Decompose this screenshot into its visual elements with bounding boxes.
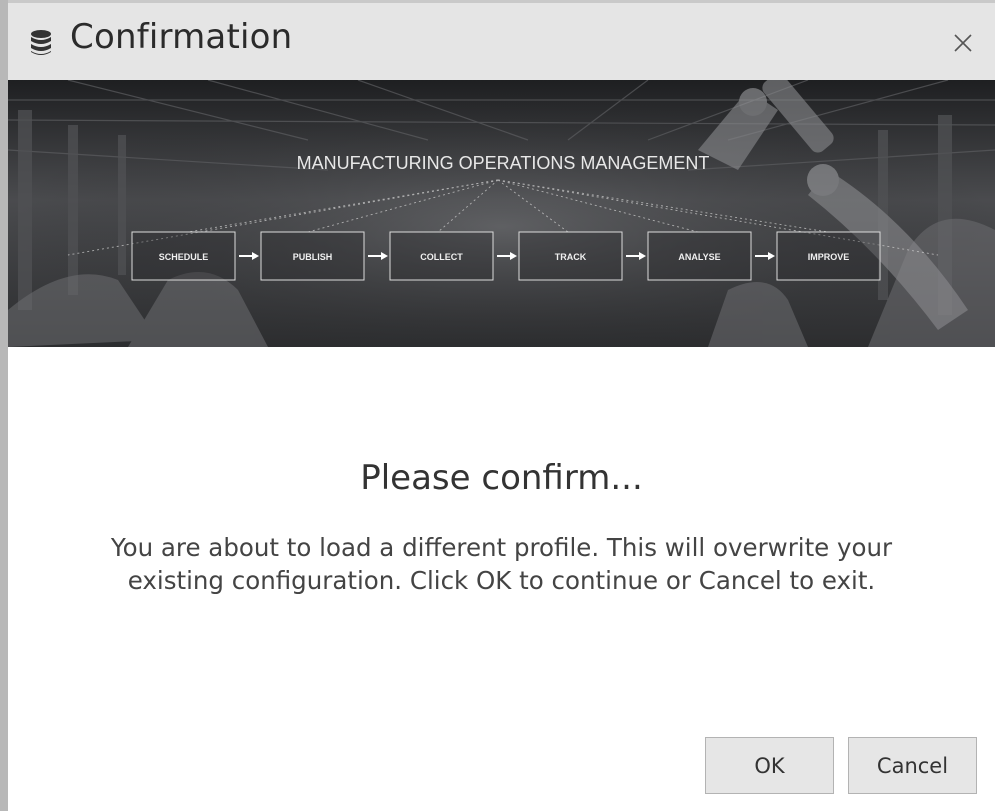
banner-image: MANUFACTURING OPERATIONS MANAGEMENT SCHE… <box>8 80 995 347</box>
ok-button[interactable]: OK <box>705 737 834 794</box>
window-title: Confirmation <box>70 17 293 57</box>
close-icon[interactable] <box>943 23 983 63</box>
dialog-message: You are about to load a different profil… <box>110 533 893 595</box>
confirmation-dialog: Confirmation MANUFACTURING OPERATIONS MA… <box>0 0 995 811</box>
process-step: IMPROVE <box>776 231 881 281</box>
process-step: ANALYSE <box>647 231 752 281</box>
banner-title: MANUFACTURING OPERATIONS MANAGEMENT <box>297 153 710 173</box>
database-icon <box>30 29 52 57</box>
process-step: SCHEDULE <box>131 231 236 281</box>
process-step-label: TRACK <box>555 252 587 262</box>
process-step: TRACK <box>518 231 623 281</box>
process-step: COLLECT <box>389 231 494 281</box>
title-bar[interactable]: Confirmation <box>8 0 995 80</box>
process-step-label: SCHEDULE <box>159 252 209 262</box>
process-step-label: ANALYSE <box>678 252 720 262</box>
cancel-button[interactable]: Cancel <box>848 737 977 794</box>
process-step-label: PUBLISH <box>293 252 333 262</box>
process-step-label: COLLECT <box>420 252 463 262</box>
process-step: PUBLISH <box>260 231 365 281</box>
process-step-label: IMPROVE <box>808 252 850 262</box>
dialog-heading: Please confirm... <box>360 458 643 498</box>
